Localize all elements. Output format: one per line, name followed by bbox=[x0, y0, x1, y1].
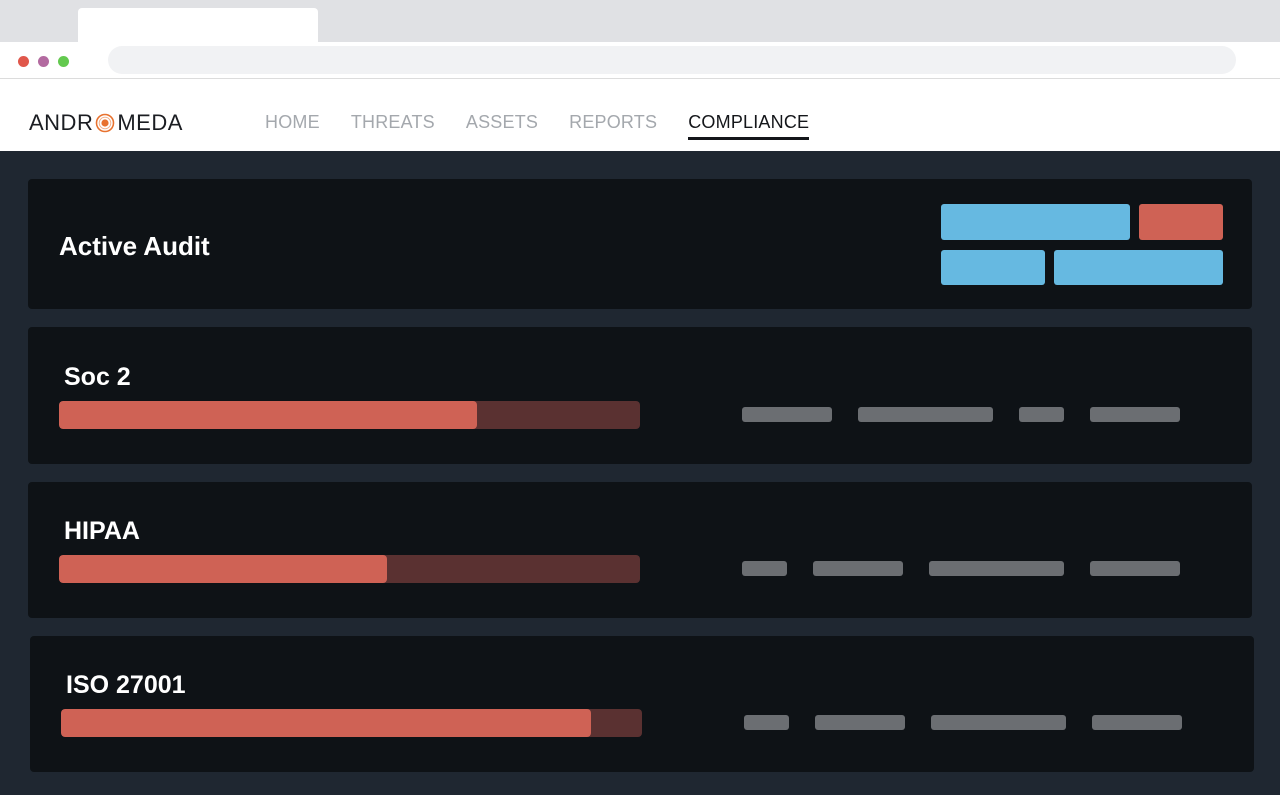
progress-bar bbox=[59, 401, 640, 429]
main-nav: HOME THREATS ASSETS REPORTS COMPLIANCE bbox=[265, 112, 810, 140]
framework-name: Soc 2 bbox=[64, 363, 131, 391]
nav-reports[interactable]: REPORTS bbox=[569, 112, 657, 140]
maximize-window-icon[interactable] bbox=[58, 56, 69, 67]
meta-placeholder bbox=[742, 561, 787, 576]
browser-tab[interactable] bbox=[78, 8, 318, 42]
meta-placeholder bbox=[858, 407, 993, 422]
audit-action-button-1[interactable] bbox=[941, 204, 1130, 240]
framework-card-soc2[interactable]: Soc 2 bbox=[28, 327, 1252, 464]
audit-action-button-3[interactable] bbox=[1054, 250, 1223, 285]
meta-placeholder bbox=[931, 715, 1066, 730]
framework-name: ISO 27001 bbox=[66, 671, 186, 699]
meta-placeholder bbox=[1092, 715, 1182, 730]
minimize-window-icon[interactable] bbox=[38, 56, 49, 67]
meta-placeholder bbox=[815, 715, 905, 730]
meta-placeholder bbox=[1019, 407, 1064, 422]
app-header: ANDR MEDA HOME THREATS ASSETS REPORTS CO… bbox=[0, 79, 1280, 151]
progress-fill bbox=[59, 555, 388, 583]
nav-assets[interactable]: ASSETS bbox=[466, 112, 538, 140]
audit-title: Active Audit bbox=[59, 231, 210, 261]
nav-compliance[interactable]: COMPLIANCE bbox=[688, 112, 810, 140]
progress-fill bbox=[61, 709, 591, 737]
logo-text-left: ANDR bbox=[29, 110, 94, 135]
nav-home[interactable]: HOME bbox=[265, 112, 320, 140]
address-bar[interactable] bbox=[108, 46, 1236, 74]
framework-name: HIPAA bbox=[64, 517, 140, 545]
audit-action-button-2[interactable] bbox=[941, 250, 1045, 285]
nav-threats[interactable]: THREATS bbox=[351, 112, 435, 140]
close-window-icon[interactable] bbox=[18, 56, 29, 67]
meta-placeholder bbox=[744, 715, 789, 730]
andromeda-logo[interactable]: ANDR MEDA bbox=[29, 110, 183, 135]
active-audit-panel: Active Audit bbox=[28, 179, 1252, 309]
browser-tabstrip bbox=[0, 0, 1280, 42]
audit-danger-button[interactable] bbox=[1139, 204, 1223, 240]
meta-placeholder bbox=[1090, 561, 1180, 576]
orbit-o-icon bbox=[94, 112, 116, 134]
logo-text-right: MEDA bbox=[117, 110, 183, 135]
meta-placeholder bbox=[813, 561, 903, 576]
meta-placeholder bbox=[1090, 407, 1180, 422]
meta-placeholder bbox=[742, 407, 832, 422]
meta-placeholder bbox=[929, 561, 1064, 576]
progress-bar bbox=[61, 709, 642, 737]
framework-card-iso27001[interactable]: ISO 27001 bbox=[30, 636, 1254, 772]
framework-card-hipaa[interactable]: HIPAA bbox=[28, 482, 1252, 618]
browser-toolbar bbox=[0, 42, 1280, 79]
progress-bar bbox=[59, 555, 640, 583]
progress-fill bbox=[59, 401, 478, 429]
